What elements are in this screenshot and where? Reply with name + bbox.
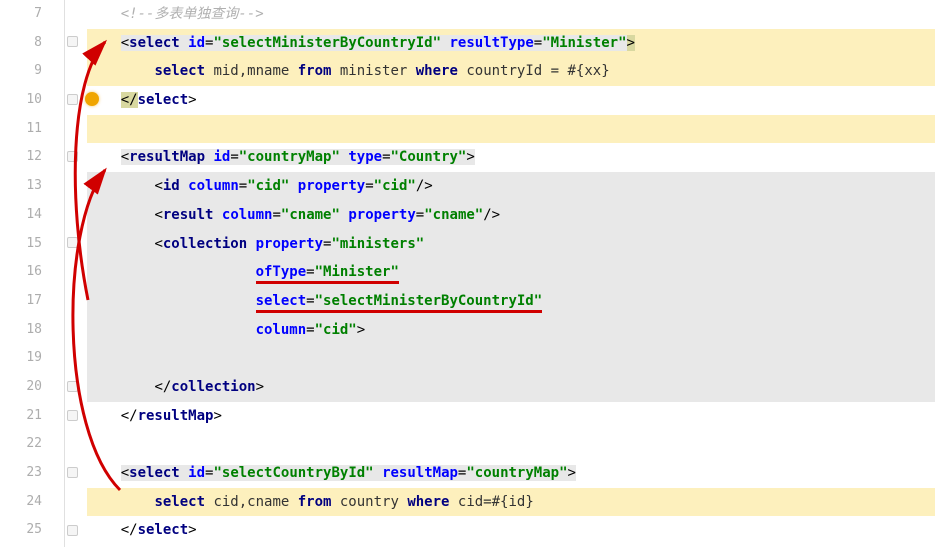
- xml-attr-value: "cname": [281, 207, 340, 223]
- xml-attr-value: "cid": [315, 322, 357, 338]
- xml-attr-value: "selectMinisterByCountryId": [315, 293, 543, 309]
- line-number: 7: [0, 0, 64, 29]
- code-editor: 7 8 9 10 11 12 13 14 15 16 17 18 19 20 2…: [0, 0, 935, 547]
- xml-attr-value: "selectCountryById": [213, 465, 373, 481]
- xml-tag: collection: [163, 236, 247, 252]
- code-line[interactable]: <id column="cid" property="cid"/>: [87, 172, 935, 201]
- code-line[interactable]: <resultMap id="countryMap" type="Country…: [87, 143, 935, 172]
- fold-toggle-icon[interactable]: [67, 525, 78, 536]
- code-line[interactable]: <!--多表单独查询-->: [87, 0, 935, 29]
- code-line[interactable]: </select>: [87, 516, 935, 545]
- xml-attr: column: [188, 178, 239, 194]
- line-number: 18: [0, 316, 64, 345]
- xml-attr: resultMap: [382, 465, 458, 481]
- line-number: 13: [0, 172, 64, 201]
- xml-tag: result: [163, 207, 214, 223]
- xml-tag: select: [129, 465, 180, 481]
- line-number: 11: [0, 115, 64, 144]
- code-line[interactable]: </collection>: [87, 373, 935, 402]
- xml-tag: resultMap: [138, 408, 214, 424]
- code-line[interactable]: <select id="selectMinisterByCountryId" r…: [87, 29, 935, 58]
- xml-attr: resultType: [449, 35, 533, 51]
- code-line[interactable]: column="cid">: [87, 316, 935, 345]
- xml-attr-value: "cid": [247, 178, 289, 194]
- fold-toggle-icon[interactable]: [67, 410, 78, 421]
- xml-attr-value: "Minister": [542, 35, 626, 51]
- xml-attr: id: [213, 149, 230, 165]
- line-number: 21: [0, 402, 64, 431]
- xml-tag: collection: [171, 379, 255, 395]
- xml-attr-value: "selectMinisterByCountryId": [213, 35, 441, 51]
- code-line[interactable]: <select id="selectCountryById" resultMap…: [87, 459, 935, 488]
- xml-attr-value: "Minister": [315, 264, 399, 280]
- fold-gutter: [65, 0, 83, 547]
- xml-tag: resultMap: [129, 149, 205, 165]
- xml-tag: select: [138, 92, 189, 108]
- code-line[interactable]: [87, 344, 935, 373]
- xml-attr: ofType: [256, 264, 307, 280]
- sql-keyword: from: [298, 63, 332, 79]
- xml-attr-value: "Country": [391, 149, 467, 165]
- xml-attr-value: "ministers": [331, 236, 424, 252]
- line-number-gutter: 7 8 9 10 11 12 13 14 15 16 17 18 19 20 2…: [0, 0, 65, 547]
- xml-attr: id: [188, 465, 205, 481]
- fold-toggle-icon[interactable]: [67, 237, 78, 248]
- xml-attr: column: [256, 322, 307, 338]
- xml-attr-value: "cname": [424, 207, 483, 223]
- sql-keyword: select: [154, 63, 205, 79]
- fold-toggle-icon[interactable]: [67, 381, 78, 392]
- line-number: 22: [0, 430, 64, 459]
- xml-attr: property: [298, 178, 365, 194]
- line-number: 20: [0, 373, 64, 402]
- xml-tag: id: [163, 178, 180, 194]
- code-content[interactable]: <!--多表单独查询--> <select id="selectMinister…: [83, 0, 935, 547]
- line-number: 14: [0, 201, 64, 230]
- line-number: 17: [0, 287, 64, 316]
- code-line[interactable]: [87, 115, 935, 144]
- code-line[interactable]: ofType="Minister": [87, 258, 935, 287]
- code-line[interactable]: </select>: [87, 86, 935, 115]
- fold-toggle-icon[interactable]: [67, 467, 78, 478]
- xml-attr: id: [188, 35, 205, 51]
- sql-keyword: where: [407, 494, 449, 510]
- xml-comment: <!--多表单独查询-->: [121, 6, 264, 22]
- code-line[interactable]: select="selectMinisterByCountryId": [87, 287, 935, 316]
- line-number: 16: [0, 258, 64, 287]
- line-number: 24: [0, 488, 64, 517]
- sql-keyword: select: [154, 494, 205, 510]
- xml-attr: select: [256, 293, 307, 309]
- code-line[interactable]: <collection property="ministers": [87, 230, 935, 259]
- xml-attr: property: [256, 236, 323, 252]
- line-number: 12: [0, 143, 64, 172]
- xml-attr-value: "cid": [374, 178, 416, 194]
- line-number: 15: [0, 230, 64, 259]
- fold-toggle-icon[interactable]: [67, 36, 78, 47]
- intention-bulb-icon[interactable]: [85, 92, 99, 106]
- line-number: 19: [0, 344, 64, 373]
- code-line[interactable]: select cid,cname from country where cid=…: [87, 488, 935, 517]
- xml-attr: type: [348, 149, 382, 165]
- xml-tag: select: [129, 35, 180, 51]
- xml-attr: column: [222, 207, 273, 223]
- xml-attr-value: "countryMap": [239, 149, 340, 165]
- sql-keyword: where: [416, 63, 458, 79]
- line-number: 23: [0, 459, 64, 488]
- code-line[interactable]: </resultMap>: [87, 402, 935, 431]
- sql-keyword: from: [298, 494, 332, 510]
- fold-toggle-icon[interactable]: [67, 94, 78, 105]
- xml-attr: property: [348, 207, 415, 223]
- line-number: 9: [0, 57, 64, 86]
- xml-attr-value: "countryMap": [466, 465, 567, 481]
- line-number: 10: [0, 86, 64, 115]
- xml-tag: select: [138, 522, 189, 538]
- fold-toggle-icon[interactable]: [67, 151, 78, 162]
- line-number: 8: [0, 29, 64, 58]
- code-line[interactable]: <result column="cname" property="cname"/…: [87, 201, 935, 230]
- code-line[interactable]: [87, 430, 935, 459]
- line-number: 25: [0, 516, 64, 545]
- code-line[interactable]: select mid,mname from minister where cou…: [87, 57, 935, 86]
